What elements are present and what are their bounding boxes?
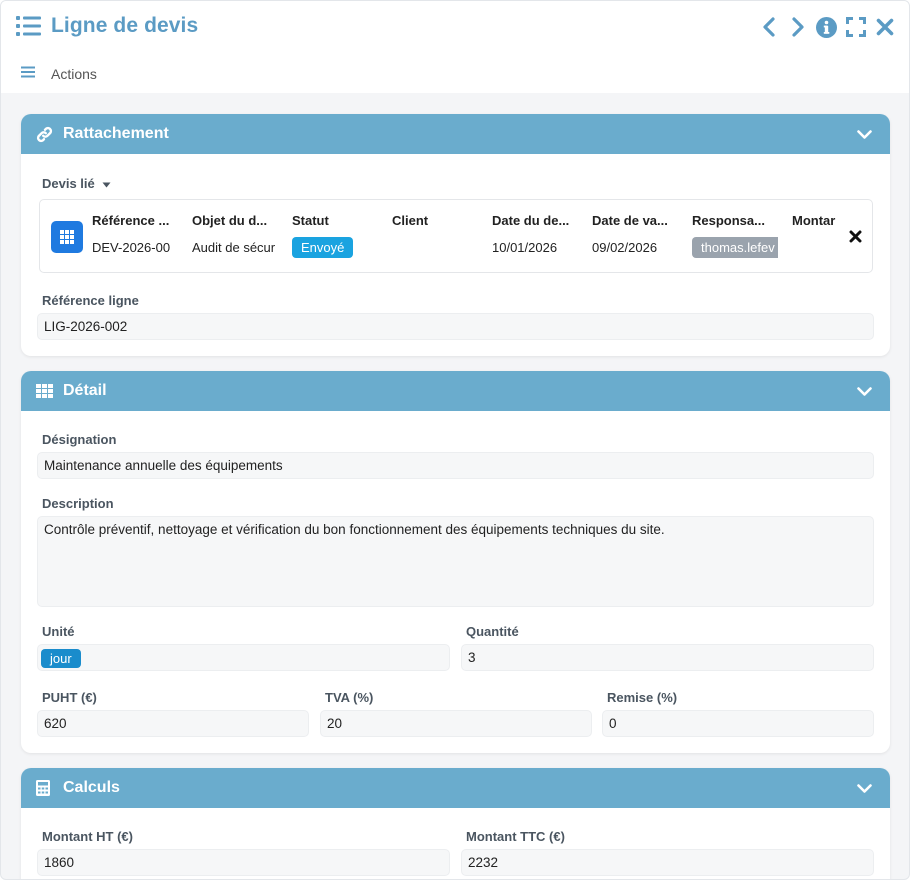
column-header: Date du de... xyxy=(492,213,570,228)
quantite-label: Quantité xyxy=(466,624,519,639)
tva-label: TVA (%) xyxy=(325,690,374,705)
col-responsable: Responsa... thomas.lefev xyxy=(692,213,778,258)
montant-ht-field[interactable]: 1860 xyxy=(37,849,450,876)
designation-field[interactable]: Maintenance annuelle des équipements xyxy=(37,452,874,479)
table-icon xyxy=(36,382,54,400)
user-badge: thomas.lefev xyxy=(692,237,778,258)
link-icon xyxy=(36,125,54,143)
montant-ttc-field[interactable]: 2232 xyxy=(461,849,874,876)
col-statut: Statut Envoyé xyxy=(292,213,378,258)
panel-rattachement-title: Rattachement xyxy=(63,125,169,142)
devis-lie-label: Devis lié xyxy=(42,176,95,191)
fullscreen-icon[interactable] xyxy=(841,15,870,39)
column-header: Montar xyxy=(792,213,836,228)
reference-ligne-field[interactable]: LIG-2026-002 xyxy=(37,313,874,340)
actions-menu-button[interactable]: Actions xyxy=(21,65,97,83)
record-window: Ligne de devis Actions Rattachement Devi… xyxy=(0,0,910,880)
cell-date-devis: 10/01/2026 xyxy=(492,240,558,255)
remise-field[interactable]: 0 xyxy=(602,710,874,737)
calculator-icon xyxy=(36,779,54,797)
panel-calculs-header[interactable]: Calculs xyxy=(21,768,890,808)
col-reference: Référence ... DEV-2026-00 xyxy=(92,213,178,255)
column-header: Statut xyxy=(292,213,329,228)
window-header: Ligne de devis Actions xyxy=(1,1,909,93)
column-header: Objet du d... xyxy=(192,213,268,228)
description-label: Description xyxy=(42,496,114,511)
puht-label: PUHT (€) xyxy=(42,690,97,705)
close-icon[interactable] xyxy=(870,15,899,39)
designation-label: Désignation xyxy=(42,432,117,447)
actions-label: Actions xyxy=(51,66,97,82)
hamburger-icon xyxy=(21,65,35,83)
caret-down-icon xyxy=(102,176,111,191)
grid-icon[interactable] xyxy=(51,221,83,253)
list-icon xyxy=(16,15,41,37)
description-field[interactable]: Contrôle préventif, nettoyage et vérific… xyxy=(37,516,874,607)
col-date-devis: Date du de... 10/01/2026 xyxy=(492,213,578,255)
montant-ttc-label: Montant TTC (€) xyxy=(466,829,565,844)
chevron-left-icon[interactable] xyxy=(754,15,783,39)
unite-field[interactable]: jour xyxy=(37,644,450,671)
devis-lie-dropdown[interactable]: Devis lié xyxy=(42,176,111,191)
col-montant: Montar xyxy=(792,213,836,240)
remove-link-icon[interactable] xyxy=(849,230,862,248)
status-badge: Envoyé xyxy=(292,237,354,258)
chevron-down-icon[interactable] xyxy=(857,127,872,145)
chevron-right-icon[interactable] xyxy=(783,15,812,39)
chevron-down-icon[interactable] xyxy=(857,781,872,799)
column-header: Référence ... xyxy=(92,213,170,228)
panel-detail: Détail Désignation Maintenance annuelle … xyxy=(21,371,890,753)
unite-label: Unité xyxy=(42,624,75,639)
puht-field[interactable]: 620 xyxy=(37,710,309,737)
panel-rattachement: Rattachement Devis lié Référence ... DEV… xyxy=(21,114,890,356)
unite-chip: jour xyxy=(41,649,81,668)
panel-calculs-title: Calculs xyxy=(63,779,120,796)
col-client: Client xyxy=(392,213,478,240)
linked-devis-card: Référence ... DEV-2026-00 Objet du d... … xyxy=(39,199,873,273)
tva-field[interactable]: 20 xyxy=(320,710,592,737)
cell-reference: DEV-2026-00 xyxy=(92,240,171,255)
col-objet: Objet du d... Audit de sécur xyxy=(192,213,278,255)
cell-objet: Audit de sécur xyxy=(192,240,276,255)
panel-rattachement-header[interactable]: Rattachement xyxy=(21,114,890,154)
remise-label: Remise (%) xyxy=(607,690,678,705)
window-controls xyxy=(754,15,899,39)
quantite-field[interactable]: 3 xyxy=(461,644,874,671)
panel-detail-header[interactable]: Détail xyxy=(21,371,890,411)
info-icon[interactable] xyxy=(812,15,841,39)
chevron-down-icon[interactable] xyxy=(857,384,872,402)
col-date-validite: Date de va... 09/02/2026 xyxy=(592,213,678,255)
montant-ht-label: Montant HT (€) xyxy=(42,829,133,844)
reference-ligne-label: Référence ligne xyxy=(42,293,139,308)
column-header: Date de va... xyxy=(592,213,668,228)
cell-date-validite: 09/02/2026 xyxy=(592,240,658,255)
page-title: Ligne de devis xyxy=(51,14,199,37)
column-header: Responsa... xyxy=(692,213,765,228)
column-header: Client xyxy=(392,213,429,228)
panel-calculs: Calculs Montant HT (€) 1860 Montant TTC … xyxy=(21,768,890,879)
panel-detail-title: Détail xyxy=(63,382,107,399)
